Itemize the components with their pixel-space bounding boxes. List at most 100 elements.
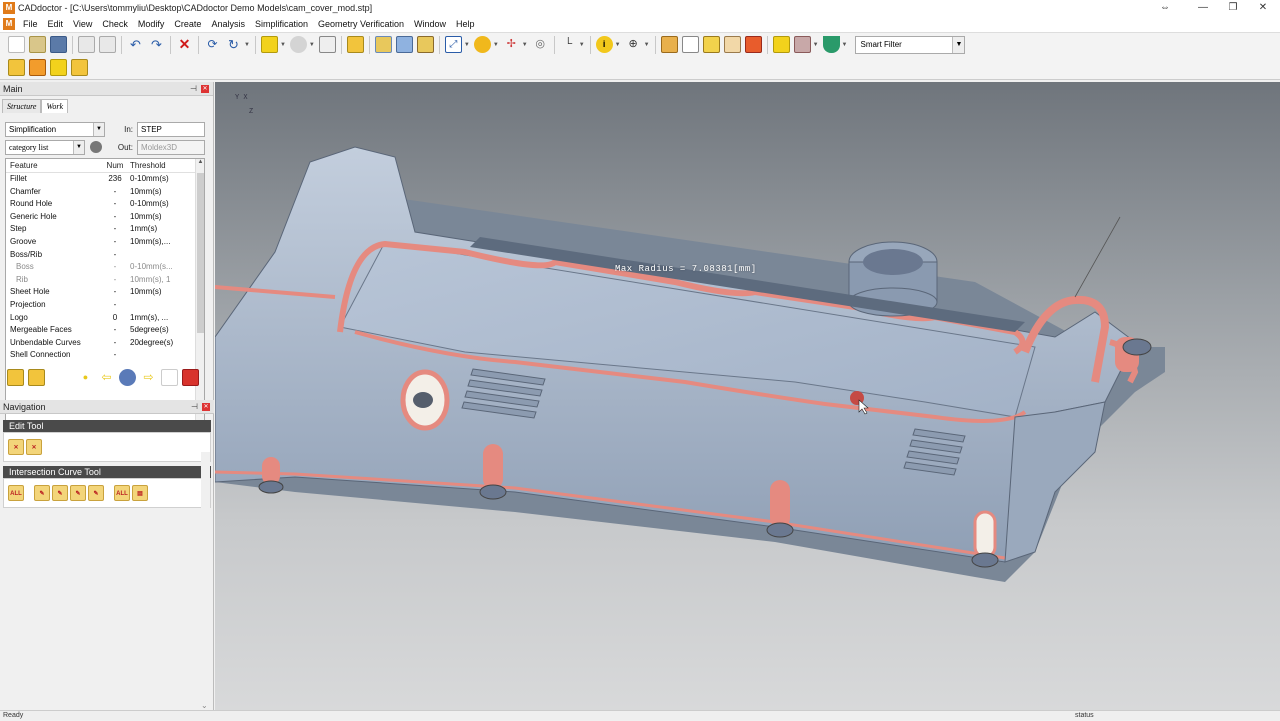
close-icon[interactable]: ✕ (202, 403, 210, 411)
undo-icon[interactable]: ↶ (127, 36, 144, 53)
clip-plane-icon[interactable] (793, 36, 811, 53)
menu-create[interactable]: Create (169, 16, 206, 32)
all-curves-icon[interactable]: ALL (114, 485, 130, 501)
out-format-field[interactable]: Moldex3D (137, 139, 205, 155)
maximize-button[interactable]: ❐ (1218, 0, 1248, 16)
doc-icon[interactable]: M (3, 18, 15, 30)
feature-row[interactable]: Step - 1mm(s) (6, 223, 204, 236)
sphere-display-icon[interactable] (289, 36, 307, 53)
edit-tool-section[interactable]: Edit Tool (3, 420, 211, 432)
feature-row[interactable]: Fillet 236 0-10mm(s) (6, 173, 204, 186)
curve-tool-icon[interactable]: ✎ (88, 485, 104, 501)
new-file-icon[interactable] (8, 36, 25, 53)
close-button[interactable]: ✕ (1248, 0, 1278, 16)
dropdown-arrow-icon[interactable]: ▼ (644, 42, 650, 48)
face-select-icon[interactable] (374, 36, 392, 53)
dropdown-arrow-icon[interactable]: ▼ (522, 42, 528, 48)
solid-box-icon[interactable] (702, 36, 720, 53)
restore-arrows-icon[interactable]: ⇔ (1150, 0, 1180, 16)
body-select-icon[interactable] (346, 36, 364, 53)
curve-tool-icon[interactable]: ✎ (34, 485, 50, 501)
target-icon[interactable]: ◎ (532, 36, 549, 53)
menu-modify[interactable]: Modify (133, 16, 170, 32)
redo-icon[interactable]: ↷ (148, 36, 165, 53)
point-pick-icon[interactable]: ✢ (503, 36, 520, 53)
smart-filter-select[interactable]: Smart Filter ▼ (855, 35, 966, 54)
axis-icon[interactable]: └ (560, 36, 577, 53)
dropdown-arrow-icon[interactable]: ▼ (309, 42, 315, 48)
feature-row[interactable]: Mergeable Faces - 5degree(s) (6, 324, 204, 337)
globe-icon[interactable] (119, 368, 136, 386)
auto-rotate-icon[interactable]: ⟳ (204, 36, 221, 53)
page-icon[interactable] (161, 368, 178, 386)
all-curves-icon[interactable]: ALL (8, 485, 24, 501)
cup-icon[interactable] (822, 36, 840, 53)
dropdown-arrow-icon[interactable]: ▼ (464, 42, 470, 48)
menu-view[interactable]: View (68, 16, 97, 32)
feature-list-scrollbar[interactable]: ▲ ▼ (195, 159, 204, 439)
menu-analysis[interactable]: Analysis (206, 16, 250, 32)
box-icon[interactable] (681, 36, 699, 53)
feature-row[interactable]: Groove - 10mm(s),... (6, 236, 204, 249)
paste-icon[interactable] (99, 36, 116, 53)
edit-cross-icon[interactable]: ✕ (26, 439, 42, 455)
feature-row[interactable]: Logo 0 1mm(s), ... (6, 312, 204, 325)
panel-scrollbar[interactable]: ⌄ (201, 452, 210, 710)
plane-icon[interactable] (772, 36, 790, 53)
ruler-icon[interactable] (660, 36, 678, 53)
col-feature[interactable]: Feature (6, 159, 104, 172)
intersection-curve-section[interactable]: Intersection Curve Tool (3, 466, 211, 478)
zoom-fit-icon[interactable]: ⤢ (444, 36, 462, 53)
dropdown-arrow-icon[interactable]: ▼ (842, 42, 848, 48)
menu-window[interactable]: Window (409, 16, 451, 32)
curve-page-icon[interactable]: ▤ (132, 485, 148, 501)
feature-row[interactable]: Boss/Rib - (6, 249, 204, 262)
scroll-thumb[interactable] (197, 173, 204, 333)
category-select[interactable]: category list ▼ (5, 139, 85, 155)
3d-viewport[interactable]: Y X Z Max Radius = 7.08381[mm] (215, 82, 1280, 710)
execute-icon[interactable] (28, 368, 45, 386)
feature-row[interactable]: Chamfer - 10mm(s) (6, 186, 204, 199)
save-icon[interactable] (50, 36, 67, 53)
arrow-left-icon[interactable]: ⇦ (98, 369, 115, 386)
section-icon[interactable] (744, 36, 762, 53)
menu-simplification[interactable]: Simplification (250, 16, 313, 32)
feature-row[interactable]: Boss - 0-10mm(s... (6, 261, 204, 274)
dropdown-arrow-icon[interactable]: ▼ (244, 42, 250, 48)
delete-icon[interactable]: ✕ (176, 36, 193, 53)
tab-work[interactable]: Work (41, 99, 69, 113)
menu-file[interactable]: File (18, 16, 43, 32)
dropdown-arrow-icon[interactable]: ▼ (813, 42, 819, 48)
explode-icon[interactable] (29, 59, 46, 76)
menu-check[interactable]: Check (97, 16, 133, 32)
shaded-cube-icon[interactable] (260, 36, 278, 53)
merge-icon[interactable] (71, 59, 88, 76)
edit-cross-icon[interactable]: ✕ (8, 439, 24, 455)
info-icon[interactable]: i (595, 36, 613, 53)
feature-row[interactable]: Rib - 10mm(s), 1 (6, 274, 204, 287)
menu-edit[interactable]: Edit (43, 16, 69, 32)
curve-tool-icon[interactable]: ✎ (70, 485, 86, 501)
settings-icon[interactable] (90, 141, 102, 153)
open-folder-icon[interactable] (29, 36, 46, 53)
in-format-field[interactable]: STEP (137, 121, 205, 137)
pan-icon[interactable] (473, 36, 491, 53)
wireframe-icon[interactable] (318, 36, 336, 53)
measure-icon[interactable]: ⊕ (625, 36, 642, 53)
cam-cover-model[interactable] (215, 82, 1280, 710)
curve-tool-icon[interactable]: ✎ (52, 485, 68, 501)
stack-icon[interactable] (50, 59, 67, 76)
feature-row[interactable]: Generic Hole - 10mm(s) (6, 211, 204, 224)
dropdown-arrow-icon[interactable]: ▼ (280, 42, 286, 48)
dropdown-arrow-icon[interactable]: ▼ (615, 42, 621, 48)
dropdown-arrow-icon[interactable]: ▼ (579, 42, 585, 48)
simplify-icon[interactable] (8, 59, 25, 76)
feature-list[interactable]: Feature Num Threshold Fillet 236 0-10mm(s)… (5, 158, 205, 440)
vertex-select-icon[interactable] (416, 36, 434, 53)
menu-help[interactable]: Help (451, 16, 480, 32)
mode-select[interactable]: Simplification ▼ (5, 121, 105, 137)
col-num[interactable]: Num (104, 159, 126, 172)
scroll-up-icon[interactable]: ▲ (196, 159, 204, 169)
chevron-down-icon[interactable]: ⌄ (201, 701, 208, 710)
arrow-right-icon[interactable]: ⇨ (140, 369, 157, 386)
